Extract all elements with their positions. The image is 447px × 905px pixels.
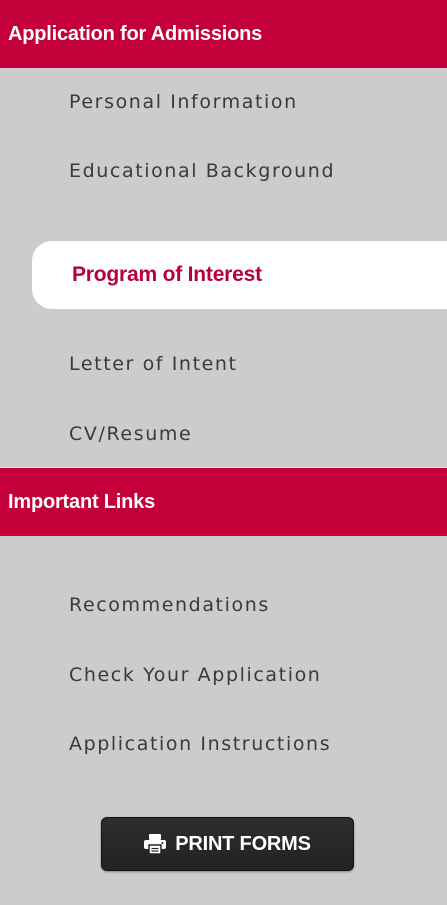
sidebar-nav: Application for Admissions Personal Info… (0, 0, 447, 905)
nav-item-personal-information[interactable]: Personal Information (0, 82, 447, 122)
nav-item-program-of-interest[interactable]: Program of Interest (32, 241, 447, 309)
nav-item-check-your-application[interactable]: Check Your Application (0, 655, 447, 695)
nav-item-educational-background[interactable]: Educational Background (0, 151, 447, 191)
nav-item-application-instructions[interactable]: Application Instructions (0, 724, 447, 764)
printer-icon (144, 834, 167, 855)
nav-item-cv-resume[interactable]: CV/Resume (0, 414, 447, 454)
print-forms-button[interactable]: PRINT FORMS (101, 817, 354, 871)
print-forms-label: PRINT FORMS (175, 832, 311, 855)
section-header-application: Application for Admissions (0, 0, 447, 68)
nav-item-recommendations[interactable]: Recommendations (0, 585, 447, 625)
section-header-important-links: Important Links (0, 468, 447, 536)
nav-item-letter-of-intent[interactable]: Letter of Intent (0, 344, 447, 384)
